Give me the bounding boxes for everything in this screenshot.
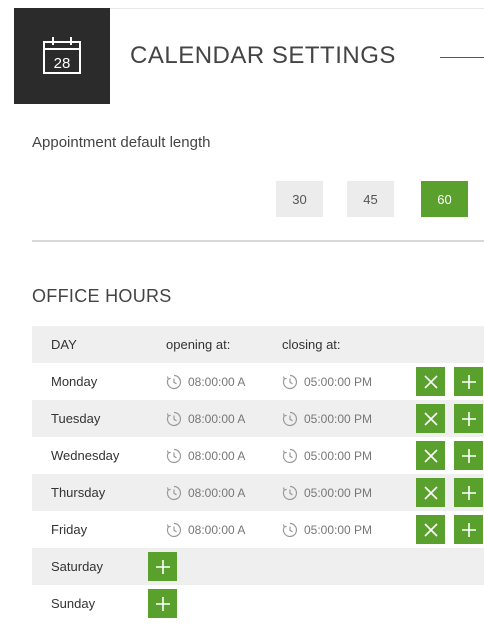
closing-time-field[interactable]: 05:00:00 PM bbox=[282, 400, 372, 437]
column-header-day: DAY bbox=[51, 337, 77, 352]
clock-icon bbox=[166, 522, 182, 537]
plus-icon bbox=[461, 522, 476, 537]
clock-icon bbox=[166, 485, 182, 500]
day-row-saturday: Saturday bbox=[32, 548, 484, 585]
day-row-wednesday: Wednesday 08:00:00 A 05:00:00 PM bbox=[32, 437, 484, 474]
remove-hours-button[interactable] bbox=[416, 515, 445, 544]
column-header-opening: opening at: bbox=[166, 337, 231, 352]
day-label: Tuesday bbox=[51, 411, 101, 426]
opening-time-value: 08:00:00 A bbox=[188, 411, 246, 426]
day-row-friday: Friday 08:00:00 A 05:00:00 PM bbox=[32, 511, 484, 548]
clock-icon bbox=[166, 374, 182, 389]
clock-icon bbox=[282, 485, 298, 500]
remove-hours-button[interactable] bbox=[416, 404, 445, 433]
clock-icon bbox=[282, 522, 298, 537]
clock-icon bbox=[166, 411, 182, 426]
add-hours-button[interactable] bbox=[148, 552, 177, 581]
opening-time-field[interactable]: 08:00:00 A bbox=[166, 474, 245, 511]
closing-time-value: 05:00:00 PM bbox=[304, 522, 373, 537]
closing-time-value: 05:00:00 PM bbox=[304, 448, 373, 463]
add-hours-button[interactable] bbox=[454, 441, 483, 470]
table-header-row: DAY opening at: closing at: bbox=[32, 326, 484, 363]
calendar-icon-box: 28 bbox=[14, 8, 110, 104]
add-hours-button[interactable] bbox=[454, 515, 483, 544]
closing-time-field[interactable]: 05:00:00 PM bbox=[282, 511, 372, 548]
length-option-30[interactable]: 30 bbox=[276, 181, 323, 217]
calendar-icon: 28 bbox=[43, 37, 81, 74]
day-label: Friday bbox=[51, 522, 88, 537]
plus-icon bbox=[155, 559, 170, 574]
day-row-tuesday: Tuesday 08:00:00 A 05:00:00 PM bbox=[32, 400, 484, 437]
opening-time-value: 08:00:00 A bbox=[188, 448, 246, 463]
closing-time-field[interactable]: 05:00:00 PM bbox=[282, 437, 372, 474]
add-hours-button[interactable] bbox=[454, 404, 483, 433]
day-label: Sunday bbox=[51, 596, 96, 611]
add-hours-button[interactable] bbox=[454, 478, 483, 507]
opening-time-value: 08:00:00 A bbox=[188, 374, 246, 389]
closing-time-value: 05:00:00 PM bbox=[304, 411, 373, 426]
opening-time-field[interactable]: 08:00:00 A bbox=[166, 437, 245, 474]
office-hours-title: OFFICE HOURS bbox=[32, 286, 172, 306]
plus-icon bbox=[461, 374, 476, 389]
length-option-60[interactable]: 60 bbox=[421, 181, 468, 217]
header-line bbox=[440, 57, 484, 58]
remove-hours-button[interactable] bbox=[416, 441, 445, 470]
section-divider bbox=[32, 240, 484, 242]
clock-icon bbox=[282, 448, 298, 463]
opening-time-value: 08:00:00 A bbox=[188, 522, 246, 537]
plus-icon bbox=[461, 411, 476, 426]
day-label: Saturday bbox=[51, 559, 104, 574]
clock-icon bbox=[282, 411, 298, 426]
plus-icon bbox=[461, 485, 476, 500]
closing-time-field[interactable]: 05:00:00 PM bbox=[282, 363, 372, 400]
close-icon bbox=[423, 411, 438, 426]
length-option-45[interactable]: 45 bbox=[347, 181, 394, 217]
day-row-thursday: Thursday 08:00:00 A 05:00:00 PM bbox=[32, 474, 484, 511]
day-label: Wednesday bbox=[51, 448, 120, 463]
plus-icon bbox=[461, 448, 476, 463]
remove-hours-button[interactable] bbox=[416, 367, 445, 396]
close-icon bbox=[423, 448, 438, 463]
close-icon bbox=[423, 485, 438, 500]
remove-hours-button[interactable] bbox=[416, 478, 445, 507]
close-icon bbox=[423, 522, 438, 537]
column-header-closing: closing at: bbox=[282, 337, 341, 352]
closing-time-field[interactable]: 05:00:00 PM bbox=[282, 474, 372, 511]
appointment-length-label: Appointment default length bbox=[32, 134, 211, 151]
opening-time-value: 08:00:00 A bbox=[188, 485, 246, 500]
closing-time-value: 05:00:00 PM bbox=[304, 374, 373, 389]
top-divider bbox=[110, 8, 484, 9]
day-row-sunday: Sunday bbox=[32, 585, 484, 622]
day-label: Monday bbox=[51, 374, 98, 389]
day-row-monday: Monday 08:00:00 A 05:00:00 PM bbox=[32, 363, 484, 400]
add-hours-button[interactable] bbox=[454, 367, 483, 396]
opening-time-field[interactable]: 08:00:00 A bbox=[166, 400, 245, 437]
opening-time-field[interactable]: 08:00:00 A bbox=[166, 511, 245, 548]
day-label: Thursday bbox=[51, 485, 106, 500]
add-hours-button[interactable] bbox=[148, 589, 177, 618]
opening-time-field[interactable]: 08:00:00 A bbox=[166, 363, 245, 400]
calendar-day-number: 28 bbox=[54, 55, 71, 72]
closing-time-value: 05:00:00 PM bbox=[304, 485, 373, 500]
page-title: CALENDAR SETTINGS bbox=[130, 42, 396, 69]
close-icon bbox=[423, 374, 438, 389]
clock-icon bbox=[282, 374, 298, 389]
clock-icon bbox=[166, 448, 182, 463]
plus-icon bbox=[155, 596, 170, 611]
